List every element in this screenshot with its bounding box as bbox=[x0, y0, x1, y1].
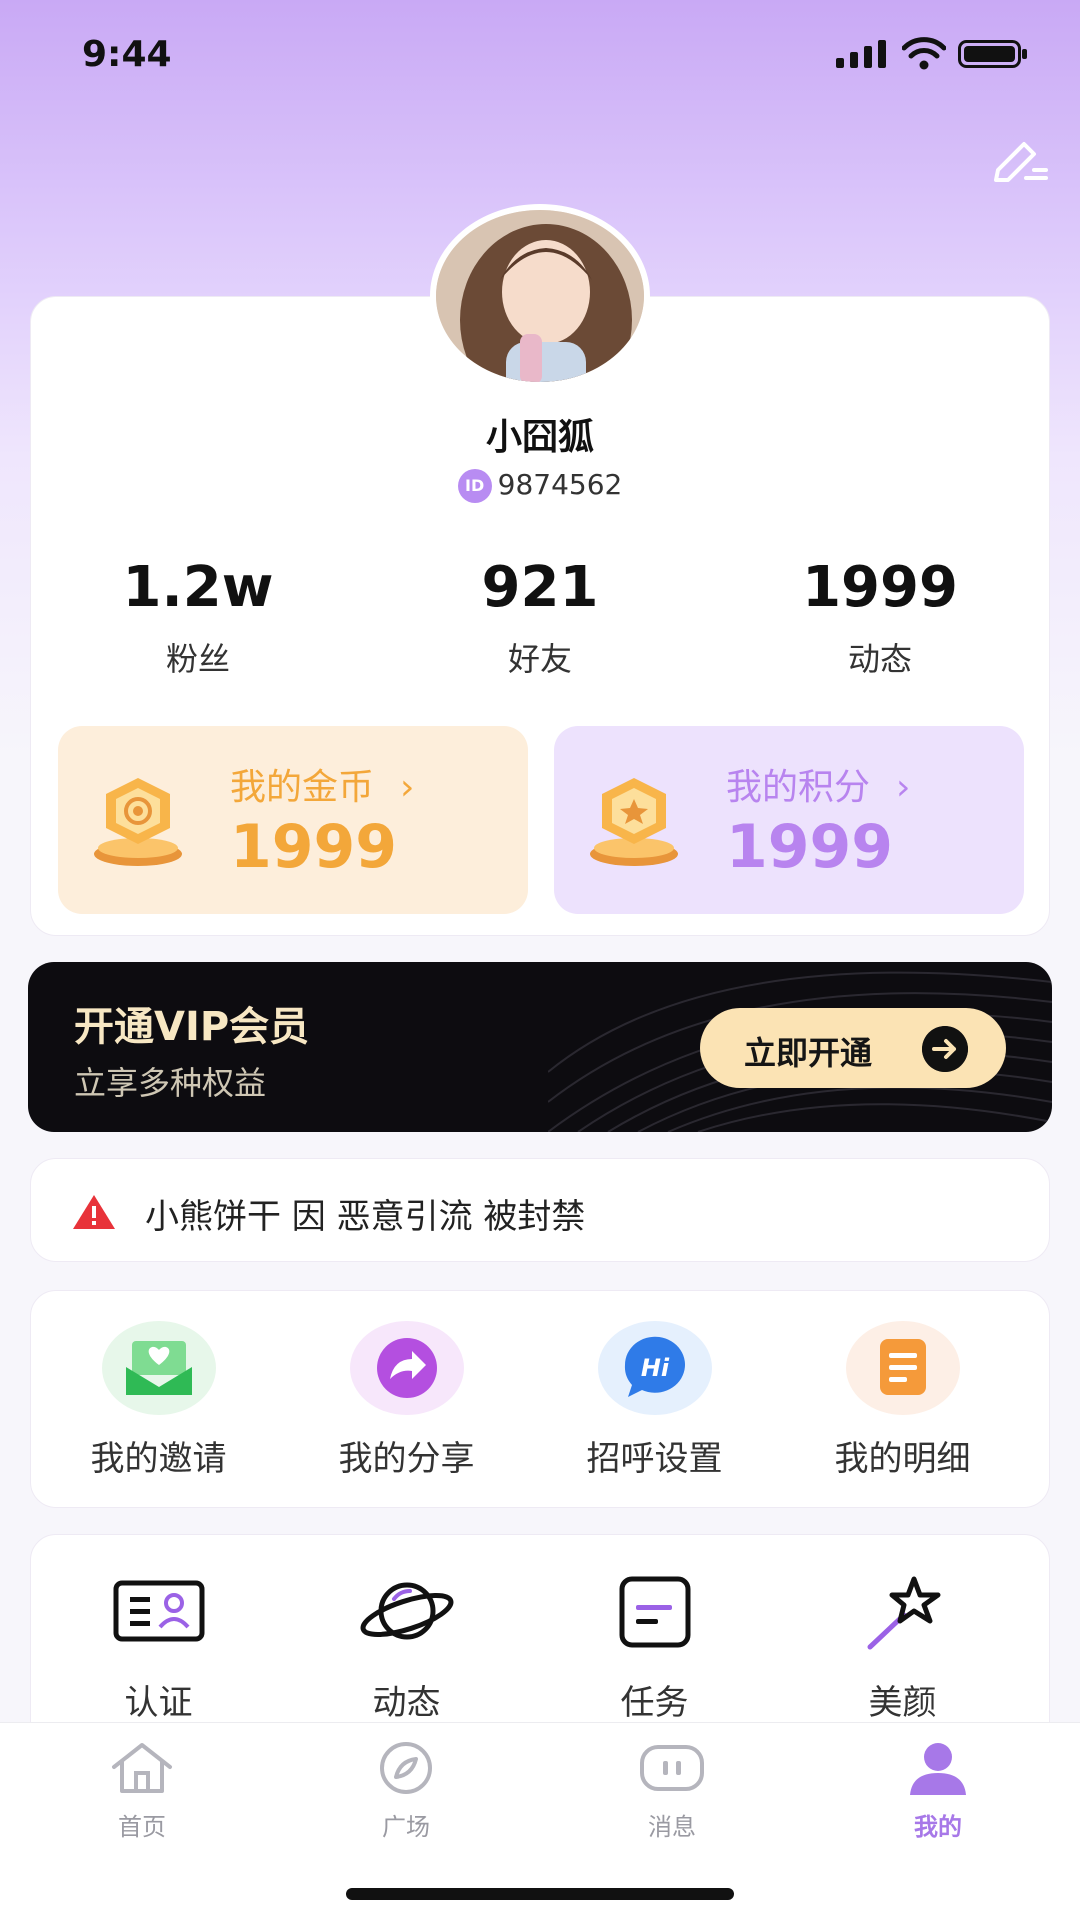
action-greeting-settings[interactable]: Hi 招呼设置 bbox=[527, 1321, 782, 1480]
share-icon bbox=[349, 1321, 464, 1415]
tool-beauty[interactable]: 美颜 bbox=[775, 1565, 1030, 1724]
stat-value: 1.2w bbox=[122, 555, 274, 620]
invite-icon bbox=[101, 1321, 216, 1415]
quick-actions-card: 我的邀请 我的分享 Hi 招呼设置 我的明细 bbox=[30, 1290, 1050, 1508]
id-card-icon bbox=[102, 1565, 216, 1659]
tool-moments[interactable]: 动态 bbox=[279, 1565, 534, 1724]
stat-followers[interactable]: 1.2w 粉丝 bbox=[48, 556, 348, 680]
user-id: 9874562 bbox=[497, 468, 623, 501]
action-my-details[interactable]: 我的明细 bbox=[775, 1321, 1030, 1480]
compass-icon bbox=[380, 1742, 432, 1794]
points-balance: 1999 bbox=[726, 812, 893, 882]
stat-label: 好友 bbox=[507, 640, 572, 678]
home-indicator bbox=[346, 1888, 734, 1900]
tab-home[interactable]: 首页 bbox=[82, 1739, 202, 1842]
action-label: 我的邀请 bbox=[90, 1439, 227, 1479]
vip-subtitle: 立享多种权益 bbox=[74, 1064, 267, 1102]
notice-text: 小熊饼干 因 恶意引流 被封禁 bbox=[145, 1197, 586, 1237]
ban-notice: 小熊饼干 因 恶意引流 被封禁 bbox=[30, 1158, 1050, 1262]
vip-button-label: 立即开通 bbox=[744, 1034, 873, 1072]
greeting-icon: Hi bbox=[597, 1321, 712, 1415]
tab-label: 我的 bbox=[914, 1813, 962, 1841]
tab-messages[interactable]: 消息 bbox=[612, 1739, 732, 1842]
user-icon bbox=[910, 1743, 966, 1795]
user-id-row: ID 9874562 bbox=[0, 468, 1080, 503]
vip-activate-button[interactable]: 立即开通 bbox=[700, 1008, 1006, 1088]
tool-label: 动态 bbox=[372, 1683, 441, 1723]
details-icon bbox=[845, 1321, 960, 1415]
avatar[interactable] bbox=[430, 204, 650, 388]
stat-value: 1999 bbox=[802, 555, 958, 620]
stat-label: 动态 bbox=[847, 640, 912, 678]
action-my-share[interactable]: 我的分享 bbox=[279, 1321, 534, 1480]
id-badge-icon: ID bbox=[457, 469, 492, 503]
stat-label: 粉丝 bbox=[165, 640, 230, 678]
svg-text:Hi: Hi bbox=[640, 1354, 669, 1382]
wifi-icon bbox=[902, 37, 946, 70]
coin-balance: 1999 bbox=[230, 812, 397, 882]
edit-profile-icon[interactable] bbox=[990, 132, 1050, 184]
action-label: 招呼设置 bbox=[586, 1439, 723, 1479]
tool-verification[interactable]: 认证 bbox=[31, 1565, 286, 1724]
planet-icon bbox=[350, 1565, 464, 1659]
tool-label: 认证 bbox=[124, 1683, 193, 1723]
message-icon bbox=[640, 1745, 704, 1791]
arrow-right-icon bbox=[922, 1026, 968, 1072]
signal-icon bbox=[836, 40, 886, 68]
action-label: 我的明细 bbox=[834, 1439, 971, 1479]
stat-friends[interactable]: 921 好友 bbox=[390, 556, 690, 680]
chevron-right-icon: › bbox=[400, 767, 415, 808]
magic-wand-icon bbox=[846, 1565, 960, 1659]
gold-coin-icon bbox=[94, 778, 182, 866]
stat-value: 921 bbox=[481, 555, 599, 620]
task-icon bbox=[598, 1565, 712, 1659]
chevron-right-icon: › bbox=[896, 767, 911, 808]
status-bar: 9:44 bbox=[0, 0, 1080, 110]
tool-label: 美颜 bbox=[868, 1683, 937, 1723]
vip-title: 开通VIP会员 bbox=[74, 1004, 310, 1050]
coin-card-title: 我的金币 › bbox=[230, 767, 415, 808]
battery-icon bbox=[958, 40, 1027, 68]
stat-moments[interactable]: 1999 动态 bbox=[730, 556, 1030, 680]
status-time: 9:44 bbox=[82, 34, 172, 75]
warning-icon bbox=[73, 1195, 115, 1229]
action-my-invite[interactable]: 我的邀请 bbox=[31, 1321, 286, 1480]
points-card-title: 我的积分 › bbox=[726, 767, 911, 808]
my-coins-card[interactable]: 我的金币 › 1999 bbox=[58, 726, 528, 914]
star-coin-icon bbox=[590, 778, 678, 866]
tool-tasks[interactable]: 任务 bbox=[527, 1565, 782, 1724]
action-label: 我的分享 bbox=[338, 1439, 475, 1479]
home-icon bbox=[112, 1743, 172, 1793]
tab-square[interactable]: 广场 bbox=[346, 1739, 466, 1842]
vip-banner[interactable]: 开通VIP会员 立享多种权益 立即开通 bbox=[28, 962, 1052, 1132]
tool-label: 任务 bbox=[620, 1683, 689, 1723]
tab-label: 消息 bbox=[648, 1813, 696, 1841]
tab-me[interactable]: 我的 bbox=[878, 1739, 998, 1842]
nickname: 小囧狐 bbox=[485, 417, 594, 458]
tab-label: 首页 bbox=[118, 1813, 166, 1841]
my-points-card[interactable]: 我的积分 › 1999 bbox=[554, 726, 1024, 914]
tab-label: 广场 bbox=[382, 1813, 430, 1841]
